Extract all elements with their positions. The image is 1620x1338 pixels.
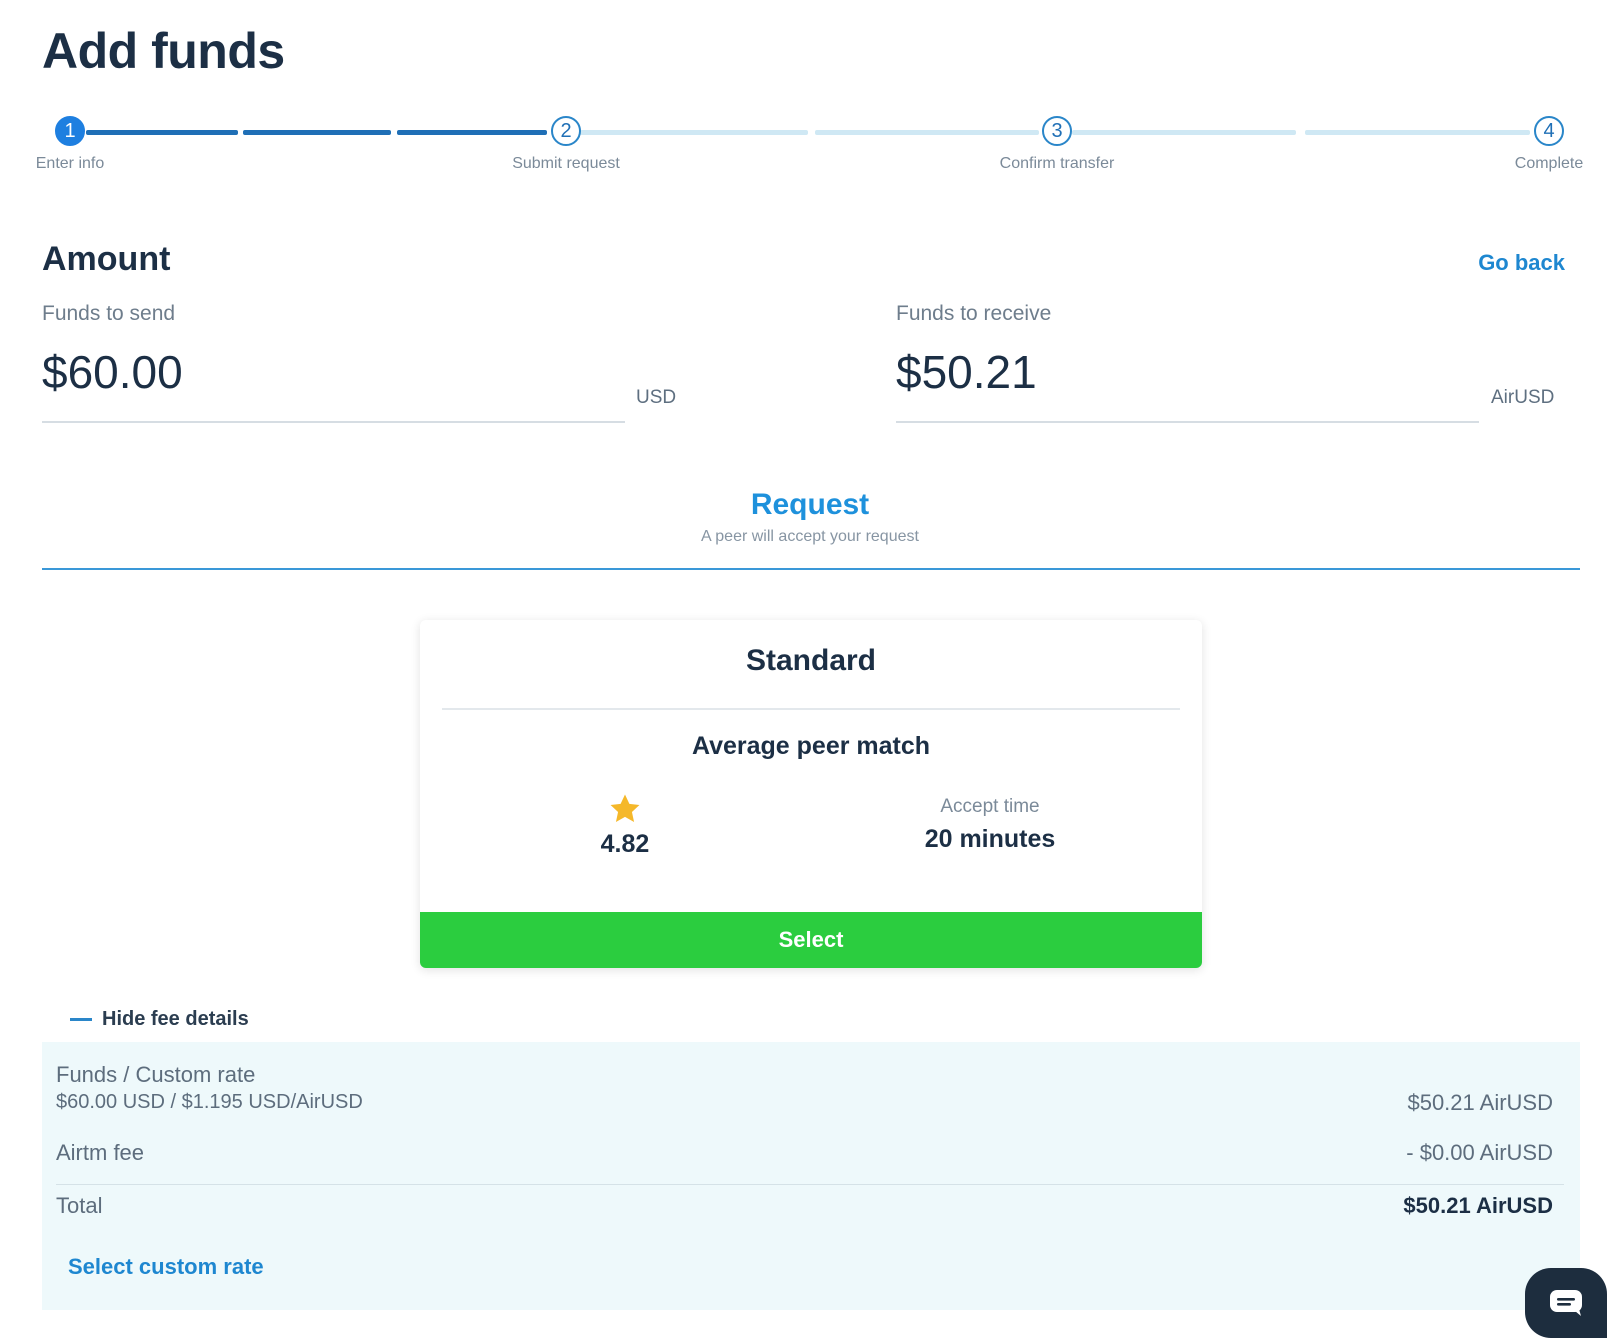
select-button[interactable]: Select xyxy=(420,912,1202,968)
stepper-segment-complete xyxy=(397,130,547,135)
funds-to-send-currency: USD xyxy=(636,387,677,408)
stepper-segment-complete xyxy=(86,130,238,135)
total-label: Total xyxy=(56,1193,103,1218)
accept-time-value: 20 minutes xyxy=(924,825,1056,853)
funds-to-receive-input[interactable]: $50.21 xyxy=(896,345,1037,399)
funds-to-send-underline xyxy=(42,421,625,423)
funds-to-receive-underline xyxy=(896,421,1479,423)
fee-divider xyxy=(56,1184,1564,1185)
request-tab-underline xyxy=(42,568,1580,570)
step-2-label: Submit request xyxy=(512,155,620,172)
step-1-indicator: 1 xyxy=(55,116,85,146)
step-2-indicator: 2 xyxy=(551,116,581,146)
chat-icon xyxy=(1550,1290,1582,1316)
page-title: Add funds xyxy=(42,23,285,79)
funds-to-receive-currency: AirUSD xyxy=(1491,387,1555,408)
peer-rating: 4.82 xyxy=(600,830,650,858)
funds-to-send-label: Funds to send xyxy=(42,302,176,325)
stepper-segment-complete xyxy=(243,130,391,135)
stepper-segment-pending xyxy=(1072,130,1296,135)
total-value: $50.21 AirUSD xyxy=(1403,1193,1553,1218)
request-tab-subtitle: A peer will accept your request xyxy=(701,528,919,545)
stepper-segment-pending xyxy=(815,130,1039,135)
hide-fee-details-toggle[interactable]: Hide fee details xyxy=(70,1008,249,1031)
funds-to-send-input[interactable]: $60.00 xyxy=(42,345,183,399)
request-tab[interactable]: Request xyxy=(0,488,1620,522)
select-custom-rate-link[interactable]: Select custom rate xyxy=(68,1254,264,1280)
step-1-label: Enter info xyxy=(35,155,105,172)
step-4-label: Complete xyxy=(1514,155,1584,172)
amount-heading: Amount xyxy=(42,240,171,278)
option-subtitle: Average peer match xyxy=(691,732,931,760)
chat-widget-button[interactable] xyxy=(1525,1268,1607,1338)
fee-details-panel xyxy=(42,1042,1580,1310)
airtm-fee-value: - $0.00 AirUSD xyxy=(1406,1140,1553,1165)
stepper-segment-pending xyxy=(580,130,808,135)
accept-time-label: Accept time xyxy=(940,796,1040,817)
standard-option-card: Standard Average peer match 4.82 Accept … xyxy=(420,620,1202,968)
rate-detail: $60.00 USD / $1.195 USD/AirUSD xyxy=(56,1091,363,1113)
rate-value: $50.21 AirUSD xyxy=(1407,1090,1553,1115)
rate-label: Funds / Custom rate xyxy=(56,1062,256,1087)
step-4-indicator: 4 xyxy=(1534,116,1564,146)
hide-fee-details-label: Hide fee details xyxy=(102,1008,249,1030)
go-back-link[interactable]: Go back xyxy=(1478,250,1565,276)
stepper-segment-pending xyxy=(1305,130,1530,135)
step-3-indicator: 3 xyxy=(1042,116,1072,146)
airtm-fee-label: Airtm fee xyxy=(56,1140,145,1165)
card-divider xyxy=(442,708,1180,710)
star-icon xyxy=(610,794,640,823)
funds-to-receive-label: Funds to receive xyxy=(896,302,1052,325)
step-3-label: Confirm transfer xyxy=(999,155,1115,172)
minus-icon xyxy=(70,1018,92,1021)
option-title: Standard xyxy=(745,644,877,677)
